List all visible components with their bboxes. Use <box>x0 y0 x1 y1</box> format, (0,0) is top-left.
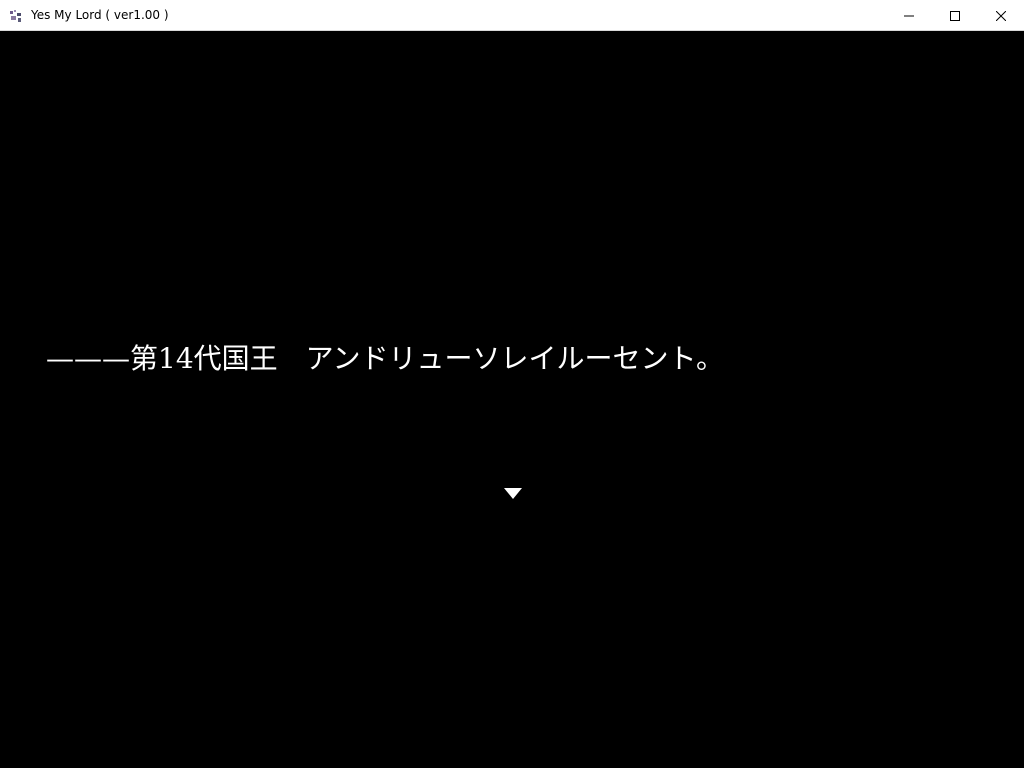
window-controls <box>886 0 1024 31</box>
minimize-button[interactable] <box>886 0 932 31</box>
app-icon <box>8 8 24 24</box>
maximize-button[interactable] <box>932 0 978 31</box>
game-window: Yes My Lord ( ver1.00 ) ———第14代国王 アンドリュー… <box>0 0 1024 768</box>
triangle-down-icon[interactable] <box>503 487 523 501</box>
close-icon <box>996 10 1006 21</box>
dialogue-text: ———第14代国王 アンドリューソレイルーセント。 <box>46 342 724 375</box>
maximize-icon <box>950 10 960 21</box>
minimize-icon <box>904 15 914 16</box>
game-screen[interactable]: ———第14代国王 アンドリューソレイルーセント。 <box>0 31 1024 768</box>
close-button[interactable] <box>978 0 1024 31</box>
window-title: Yes My Lord ( ver1.00 ) <box>31 8 169 22</box>
title-bar[interactable]: Yes My Lord ( ver1.00 ) <box>0 0 1024 31</box>
